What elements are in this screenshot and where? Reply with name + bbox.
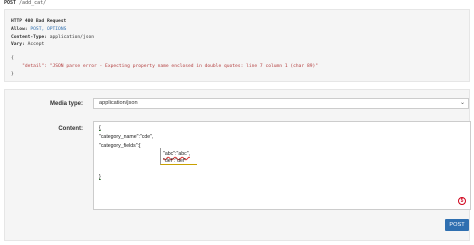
media-type-label: Media type: xyxy=(49,101,83,107)
request-path: /add_cat/ xyxy=(19,0,47,6)
content-line-category-fields: "category_fields":[ xyxy=(99,143,141,149)
error-detail: "detail": "JSON parse error - Expecting … xyxy=(22,63,319,69)
body-open-brace: { xyxy=(11,56,14,61)
request-line: POST/add_cat/ xyxy=(4,0,46,8)
content-line-category-name: "category_name":"cde", xyxy=(99,134,154,140)
content-close-brace: } xyxy=(99,174,101,180)
status-line: HTTP 400 Bad Request xyxy=(11,19,67,24)
header-vary-name: Vary: xyxy=(11,42,25,48)
content-line-field-abc: "abc":"abc", xyxy=(163,151,190,157)
header-content-type-value: application/json xyxy=(49,34,95,40)
grammar-check-icon[interactable]: 5 xyxy=(458,197,466,205)
media-type-select[interactable]: application/json ⌄ xyxy=(93,98,469,109)
header-allow-name: Allow: xyxy=(11,26,28,32)
media-type-value: application/json xyxy=(99,100,138,106)
content-line-field-def: "def":"def" xyxy=(163,158,187,164)
request-method: POST xyxy=(4,0,17,6)
response-body: { "detail": "JSON parse error - Expectin… xyxy=(11,55,318,78)
post-button[interactable]: POST xyxy=(445,219,469,231)
body-close-brace: } xyxy=(11,71,14,77)
request-form: Media type: application/json ⌄ Content: … xyxy=(4,89,471,241)
content-open-brace: { xyxy=(99,125,101,131)
header-vary-value: Accept xyxy=(27,42,45,48)
content-textarea[interactable]: { "category_name":"cde", "category_field… xyxy=(93,121,471,210)
chevron-down-icon: ⌄ xyxy=(459,100,465,106)
content-label: Content: xyxy=(58,126,83,132)
response-headers: HTTP 400 Bad Request Allow: POST, OPTION… xyxy=(11,18,94,49)
header-allow-value: POST, OPTIONS xyxy=(30,26,67,32)
header-content-type-name: Content-Type: xyxy=(11,34,47,40)
response-panel: HTTP 400 Bad Request Allow: POST, OPTION… xyxy=(4,9,470,82)
